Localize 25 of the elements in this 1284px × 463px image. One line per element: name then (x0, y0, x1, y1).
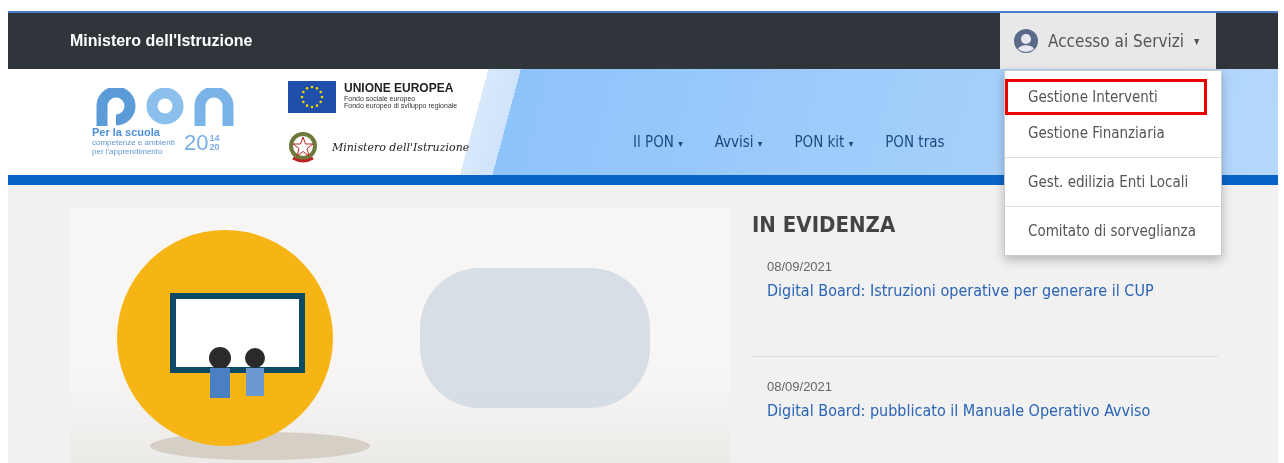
logo-subtitle: competenze e ambienti per l'apprendimento (92, 138, 176, 156)
menu-item[interactable]: Comitato di sorveglianza (1005, 213, 1207, 249)
menu-item[interactable]: Gestione Interventi (1005, 79, 1207, 115)
site-title: Ministero dell'Istruzione (70, 32, 253, 50)
menu-item[interactable]: Gest. edilizia Enti Locali (1005, 164, 1207, 200)
news-date: 08/09/2021 (767, 259, 833, 274)
logo-year: 20 (209, 143, 220, 152)
ministry-name: Ministero dell'Istruzione (332, 140, 470, 154)
nav-link[interactable]: Il PON ▾ (633, 133, 683, 151)
eu-flag-icon (288, 81, 336, 113)
menu-item[interactable]: Gestione Finanziaria (1005, 115, 1207, 151)
news-date: 08/09/2021 (767, 379, 833, 394)
user-avatar-icon (1014, 29, 1038, 53)
news-link[interactable]: Digital Board: Istruzioni operative per generare il CUP (767, 281, 1154, 300)
nav-link[interactable]: PON kit ▾ (794, 133, 854, 151)
logo-year: 14 (209, 134, 220, 143)
section-heading: IN EVIDENZA (752, 212, 896, 237)
news-link[interactable]: Digital Board: pubblicato il Manuale Operativo Avviso (767, 401, 1151, 420)
account-services-button[interactable]: Accesso ai Servizi ▾ (1000, 13, 1216, 69)
nav-link[interactable]: PON tras (885, 133, 945, 151)
emblem-icon (288, 131, 318, 163)
nav-link[interactable]: Avvisi ▾ (714, 133, 763, 151)
logo-year: 20 (184, 130, 209, 156)
logo-tagline: Per la scuola (92, 126, 161, 138)
eu-title: UNIONE EUROPEA (344, 81, 455, 95)
